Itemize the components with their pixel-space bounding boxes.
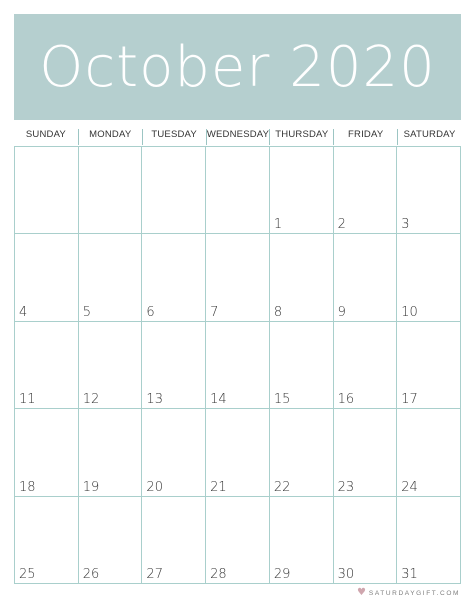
day-cell: 29 (269, 496, 334, 584)
day-number: 5 (82, 304, 91, 320)
day-number: 20 (146, 479, 163, 495)
day-number: 30 (337, 567, 355, 582)
day-number: 1 (273, 217, 283, 233)
day-cell: 6 (142, 234, 207, 322)
day-cell: 23 (333, 409, 398, 497)
day-cell: 11 (15, 321, 79, 410)
day-number: 11 (19, 392, 36, 408)
day-number: 28 (210, 567, 227, 582)
day-number: 8 (273, 304, 283, 320)
day-number: 29 (273, 567, 291, 582)
day-number: 7 (210, 304, 219, 320)
day-number: 18 (19, 479, 36, 495)
day-number: 19 (82, 479, 100, 495)
day-number: 23 (337, 479, 355, 495)
title-banner: October 2020 (14, 14, 461, 120)
day-cell: 27 (142, 496, 207, 584)
day-cell: 28 (206, 496, 270, 584)
day-cell: 26 (78, 496, 143, 584)
day-cell: 7 (206, 234, 270, 322)
day-cell: 24 (397, 409, 461, 497)
day-number: 16 (337, 392, 355, 408)
heart-icon: ♥ (356, 587, 366, 598)
day-cell (78, 147, 143, 235)
day-number: 14 (210, 392, 227, 408)
day-number: 26 (82, 567, 100, 582)
day-cell: 30 (333, 496, 398, 584)
calendar-grid: 1 2 3 4 5 6 7 8 9 10 11 12 13 14 15 16 1… (14, 146, 461, 584)
day-number: 27 (146, 567, 163, 582)
brand-text: SATURDAYGIFT.COM (368, 589, 460, 597)
day-cell: 19 (78, 409, 143, 497)
weekday-friday: FRIDAY (333, 129, 397, 145)
day-number: 2 (337, 217, 346, 233)
day-cell: 14 (206, 321, 270, 410)
day-number: 9 (337, 304, 346, 320)
weekday-monday: MONDAY (77, 129, 142, 145)
day-cell (15, 147, 79, 235)
day-cell (206, 147, 270, 235)
day-cell: 12 (78, 321, 143, 410)
day-cell: 22 (269, 409, 334, 497)
day-number: 22 (273, 479, 291, 495)
day-number: 4 (19, 304, 28, 320)
day-cell: 17 (397, 321, 461, 410)
day-number: 24 (401, 479, 418, 495)
day-number: 12 (82, 392, 100, 408)
weekday-tuesday: TUESDAY (141, 129, 206, 145)
day-cell: 5 (78, 234, 143, 322)
day-number: 13 (146, 392, 163, 408)
weekday-sunday: SUNDAY (25, 129, 66, 140)
day-cell: 15 (269, 321, 334, 410)
day-cell: 9 (333, 234, 398, 322)
calendar-title: October 2020 (39, 34, 436, 100)
day-number: 17 (401, 392, 418, 408)
day-number: 6 (146, 304, 155, 320)
day-cell: 4 (15, 234, 79, 322)
weekday-saturday: SATURDAY (397, 129, 461, 145)
day-cell (142, 147, 207, 235)
day-cell: 25 (15, 496, 79, 584)
day-cell: 13 (142, 321, 207, 410)
day-number: 15 (273, 392, 291, 408)
day-number: 10 (401, 304, 418, 320)
day-cell: 18 (15, 409, 79, 497)
day-number: 25 (19, 567, 36, 582)
weekday-thursday: THURSDAY (269, 129, 333, 145)
day-number: 3 (401, 217, 410, 233)
day-cell: 20 (142, 409, 207, 497)
weekday-wednesday: WEDNESDAY (205, 129, 270, 145)
day-number: 21 (210, 479, 227, 495)
day-cell: 31 (397, 496, 461, 584)
footer-brand: ♥ SATURDAYGIFT.COM (357, 586, 460, 600)
day-cell: 3 (397, 147, 461, 235)
day-cell: 21 (206, 409, 270, 497)
weekday-header: SUNDAY MONDAY TUESDAY WEDNESDAY THURSDAY… (14, 129, 461, 145)
day-cell: 16 (333, 321, 398, 410)
day-number: 31 (401, 567, 418, 582)
day-cell: 8 (269, 234, 334, 322)
day-cell: 1 (269, 147, 334, 235)
day-cell: 2 (333, 147, 398, 235)
day-cell: 10 (397, 234, 461, 322)
